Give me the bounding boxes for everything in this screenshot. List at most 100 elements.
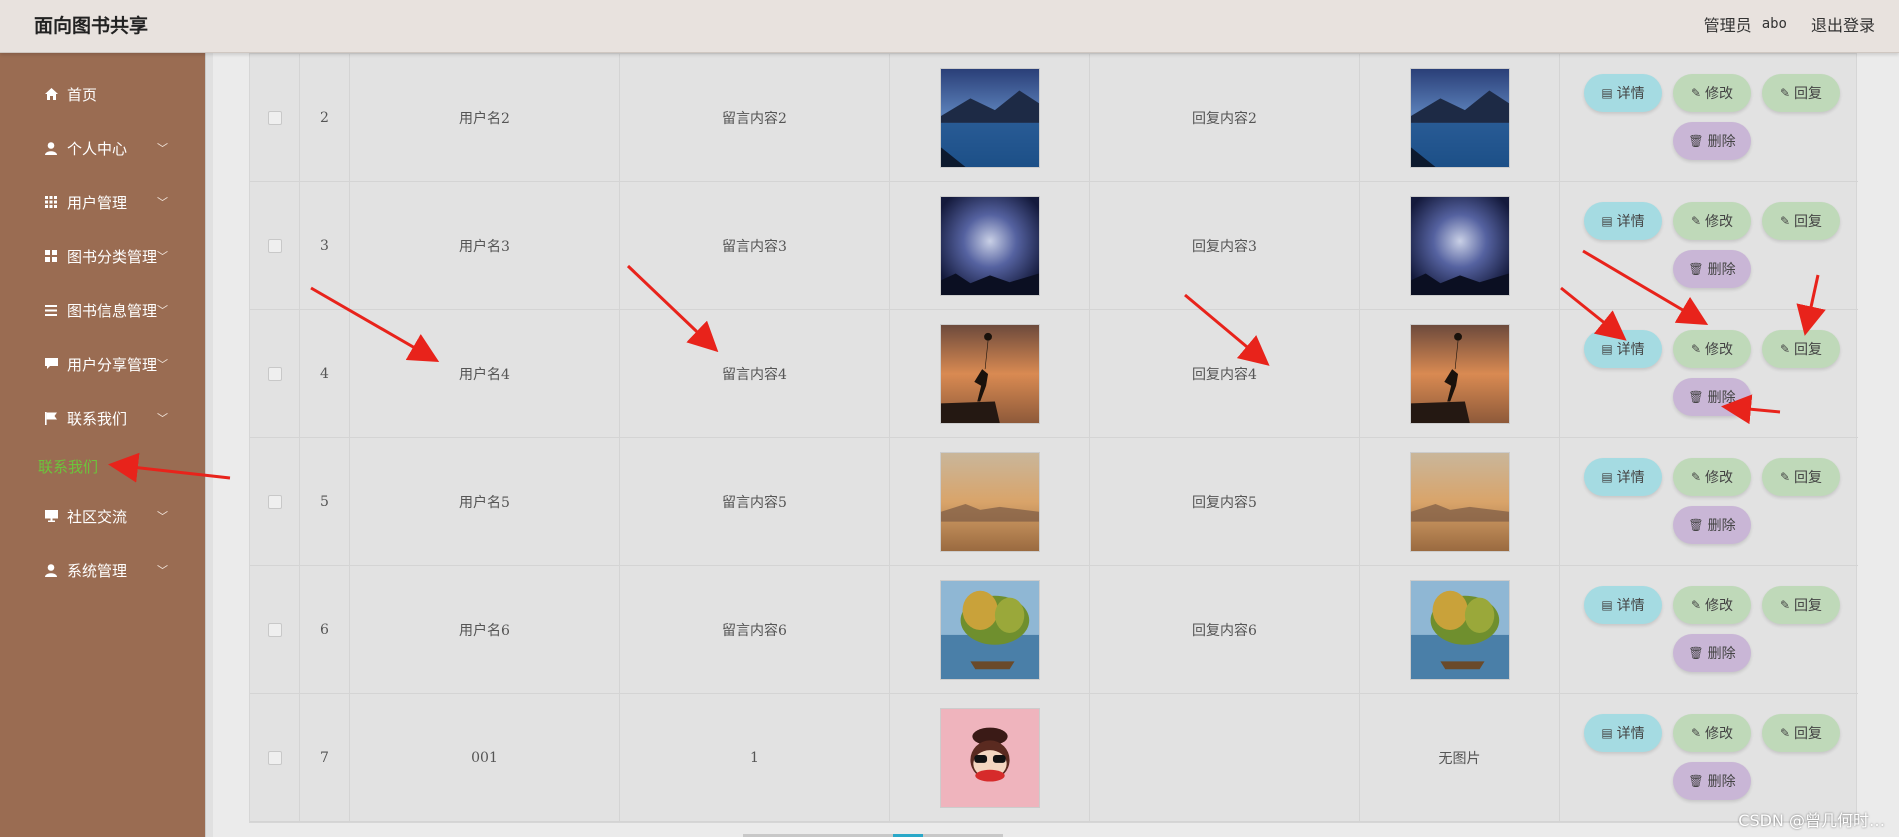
edit-button[interactable]: ✎ 修改 <box>1673 330 1751 368</box>
document-icon: ▤ <box>1601 342 1613 356</box>
detail-button[interactable]: ▤ 详情 <box>1584 202 1662 240</box>
pencil-icon: ✎ <box>1690 86 1702 100</box>
delete-button-label: 删除 <box>1707 774 1736 790</box>
edit-button-label: 修改 <box>1705 470 1734 486</box>
delete-button-label: 删除 <box>1707 134 1736 150</box>
sidebar-item-contact-us[interactable]: 联系我们 ﹀ <box>0 403 205 433</box>
sidebar-item-label: 系统管理 <box>67 561 128 580</box>
actions-cell: ▤ 详情 ✎ 修改 ✎ 回复 🗑 删除 <box>1560 182 1858 310</box>
row-index: 3 <box>300 182 350 310</box>
reply-button[interactable]: ✎ 回复 <box>1762 74 1840 112</box>
row-checkbox[interactable] <box>267 367 282 381</box>
message-image[interactable] <box>939 196 1040 296</box>
sidebar-item-book-category[interactable]: 图书分类管理 ﹀ <box>0 241 205 271</box>
reply-button[interactable]: ✎ 回复 <box>1762 202 1840 240</box>
message-image[interactable] <box>939 452 1040 552</box>
actions-cell: ▤ 详情 ✎ 修改 ✎ 回复 🗑 删除 <box>1560 694 1858 822</box>
message-cell: 留言内容2 <box>620 54 890 182</box>
trash-icon: 🗑 <box>1688 518 1704 532</box>
chevron-down-icon: ﹀ <box>157 250 168 263</box>
row-checkbox[interactable] <box>267 623 282 637</box>
reply-button[interactable]: ✎ 回复 <box>1762 330 1840 368</box>
reply-image[interactable] <box>1409 68 1510 168</box>
row-checkbox-cell <box>250 694 300 822</box>
detail-button[interactable]: ▤ 详情 <box>1584 714 1662 752</box>
message-cell: 留言内容4 <box>620 310 890 438</box>
detail-button[interactable]: ▤ 详情 <box>1584 330 1662 368</box>
pencil-icon: ✎ <box>1690 342 1702 356</box>
reply-image[interactable] <box>1409 580 1510 680</box>
actions-cell: ▤ 详情 ✎ 修改 ✎ 回复 🗑 删除 <box>1560 438 1858 566</box>
actions-cell: ▤ 详情 ✎ 修改 ✎ 回复 🗑 删除 <box>1560 310 1858 438</box>
logout-link[interactable]: 退出登录 <box>1811 12 1875 36</box>
grid-icon <box>44 195 58 209</box>
row-checkbox[interactable] <box>267 751 282 765</box>
detail-button[interactable]: ▤ 详情 <box>1584 458 1662 496</box>
delete-button[interactable]: 🗑 删除 <box>1673 122 1751 160</box>
detail-button[interactable]: ▤ 详情 <box>1584 586 1662 624</box>
message-image[interactable] <box>939 708 1040 808</box>
detail-button[interactable]: ▤ 详情 <box>1584 74 1662 112</box>
delete-button[interactable]: 🗑 删除 <box>1673 762 1751 800</box>
header-user-area: 管理员 abo 退出登录 <box>1704 12 1875 36</box>
row-checkbox[interactable] <box>267 239 282 253</box>
row-checkbox[interactable] <box>267 495 282 509</box>
reply-button-label: 回复 <box>1794 86 1823 102</box>
comment-icon <box>44 357 58 371</box>
username-cell: 用户名4 <box>350 310 620 438</box>
edit-button[interactable]: ✎ 修改 <box>1673 202 1751 240</box>
flag-icon <box>44 411 58 425</box>
reply-button[interactable]: ✎ 回复 <box>1762 586 1840 624</box>
sidebar-item-system-management[interactable]: 系统管理 ﹀ <box>0 555 205 585</box>
document-icon: ▤ <box>1601 86 1613 100</box>
reply-image-cell <box>1360 182 1560 310</box>
message-image[interactable] <box>939 580 1040 680</box>
reply-image[interactable] <box>1409 324 1510 424</box>
chevron-down-icon: ﹀ <box>157 358 168 371</box>
reply-button-label: 回复 <box>1794 214 1823 230</box>
row-index: 7 <box>300 694 350 822</box>
reply-button[interactable]: ✎ 回复 <box>1762 458 1840 496</box>
message-cell: 留言内容3 <box>620 182 890 310</box>
trash-icon: 🗑 <box>1688 774 1704 788</box>
edit-button[interactable]: ✎ 修改 <box>1673 74 1751 112</box>
message-cell: 留言内容6 <box>620 566 890 694</box>
sidebar-item-personal-center[interactable]: 个人中心 ﹀ <box>0 133 205 163</box>
message-image[interactable] <box>939 68 1040 168</box>
reply-image[interactable] <box>1409 452 1510 552</box>
user-icon <box>44 563 58 577</box>
reply-image-cell <box>1360 54 1560 182</box>
sidebar-item-user-share[interactable]: 用户分享管理 ﹀ <box>0 349 205 379</box>
message-image-cell <box>890 438 1090 566</box>
edit-button[interactable]: ✎ 修改 <box>1673 714 1751 752</box>
message-image[interactable] <box>939 324 1040 424</box>
sidebar-subitem-contact-us[interactable]: 联系我们 <box>38 456 98 477</box>
reply-image[interactable] <box>1409 196 1510 296</box>
pencil-icon: ✎ <box>1779 86 1791 100</box>
delete-button[interactable]: 🗑 删除 <box>1673 634 1751 672</box>
sidebar-item-community[interactable]: 社区交流 ﹀ <box>0 501 205 531</box>
row-checkbox[interactable] <box>267 111 282 125</box>
sidebar-item-label: 图书分类管理 <box>67 247 158 266</box>
reply-image-cell <box>1360 438 1560 566</box>
delete-button-label: 删除 <box>1707 646 1736 662</box>
row-checkbox-cell <box>250 438 300 566</box>
username-cell: 用户名2 <box>350 54 620 182</box>
sidebar-item-home[interactable]: 首页 <box>0 79 205 109</box>
sidebar-item-user-management[interactable]: 用户管理 ﹀ <box>0 187 205 217</box>
row-index: 4 <box>300 310 350 438</box>
delete-button[interactable]: 🗑 删除 <box>1673 378 1751 416</box>
delete-button[interactable]: 🗑 删除 <box>1673 250 1751 288</box>
sidebar-item-label: 联系我们 <box>67 409 128 428</box>
delete-button[interactable]: 🗑 删除 <box>1673 506 1751 544</box>
edit-button[interactable]: ✎ 修改 <box>1673 586 1751 624</box>
reply-button-label: 回复 <box>1794 598 1823 614</box>
edit-button-label: 修改 <box>1705 598 1734 614</box>
message-image-cell <box>890 694 1090 822</box>
apps-icon <box>44 249 58 263</box>
reply-button[interactable]: ✎ 回复 <box>1762 714 1840 752</box>
sidebar-item-book-info[interactable]: 图书信息管理 ﹀ <box>0 295 205 325</box>
admin-username: abo <box>1761 16 1787 32</box>
chevron-down-icon: ﹀ <box>157 142 168 155</box>
edit-button[interactable]: ✎ 修改 <box>1673 458 1751 496</box>
